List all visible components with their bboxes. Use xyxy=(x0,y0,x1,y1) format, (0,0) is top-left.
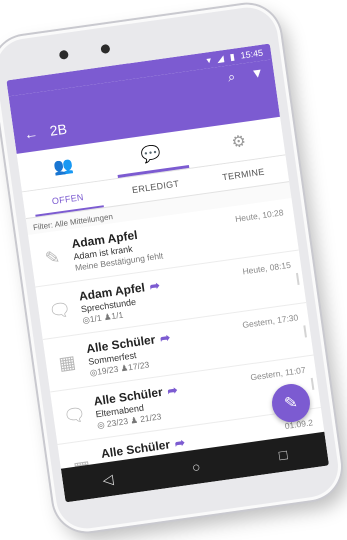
search-icon[interactable]: ⌕ xyxy=(227,69,236,86)
forward-icon: ➦ xyxy=(148,277,161,294)
speech-bubbles-icon: 🗨 xyxy=(47,298,73,322)
phone-frame: ▾ ◢ ▮ 15:45 ⌕ ▼ ← 2B 👥 💬 ⚙ OFFEN ERLEDIG… xyxy=(0,0,346,536)
front-camera xyxy=(58,49,69,60)
edit-icon: ✎ xyxy=(283,394,299,413)
speech-bubbles-icon: 🗨 xyxy=(61,403,88,427)
class-title: 2B xyxy=(48,120,68,139)
gear-icon: ⚙ xyxy=(230,132,248,152)
back-icon[interactable]: ◁ xyxy=(101,470,114,488)
sensor xyxy=(100,43,111,55)
people-icon: 👥 xyxy=(52,157,75,177)
forward-icon: ➦ xyxy=(166,382,179,398)
recent-apps-icon[interactable]: □ xyxy=(278,446,289,463)
forward-icon: ➦ xyxy=(173,434,186,451)
forward-icon: ➦ xyxy=(159,329,171,346)
signal-icon: ◢ xyxy=(216,52,225,64)
wifi-icon: ▾ xyxy=(205,54,212,65)
chat-icon: 💬 xyxy=(140,144,163,165)
home-icon[interactable]: ○ xyxy=(191,458,202,475)
battery-icon: ▮ xyxy=(229,51,236,62)
pencil-icon: ✎ xyxy=(43,246,62,269)
filter-icon[interactable]: ▼ xyxy=(250,65,265,83)
status-time: 15:45 xyxy=(239,47,264,61)
back-arrow-icon[interactable]: ← xyxy=(23,125,39,143)
app-screen: ▾ ◢ ▮ 15:45 ⌕ ▼ ← 2B 👥 💬 ⚙ OFFEN ERLEDIG… xyxy=(6,43,330,503)
calendar-icon: ▦ xyxy=(57,351,77,374)
